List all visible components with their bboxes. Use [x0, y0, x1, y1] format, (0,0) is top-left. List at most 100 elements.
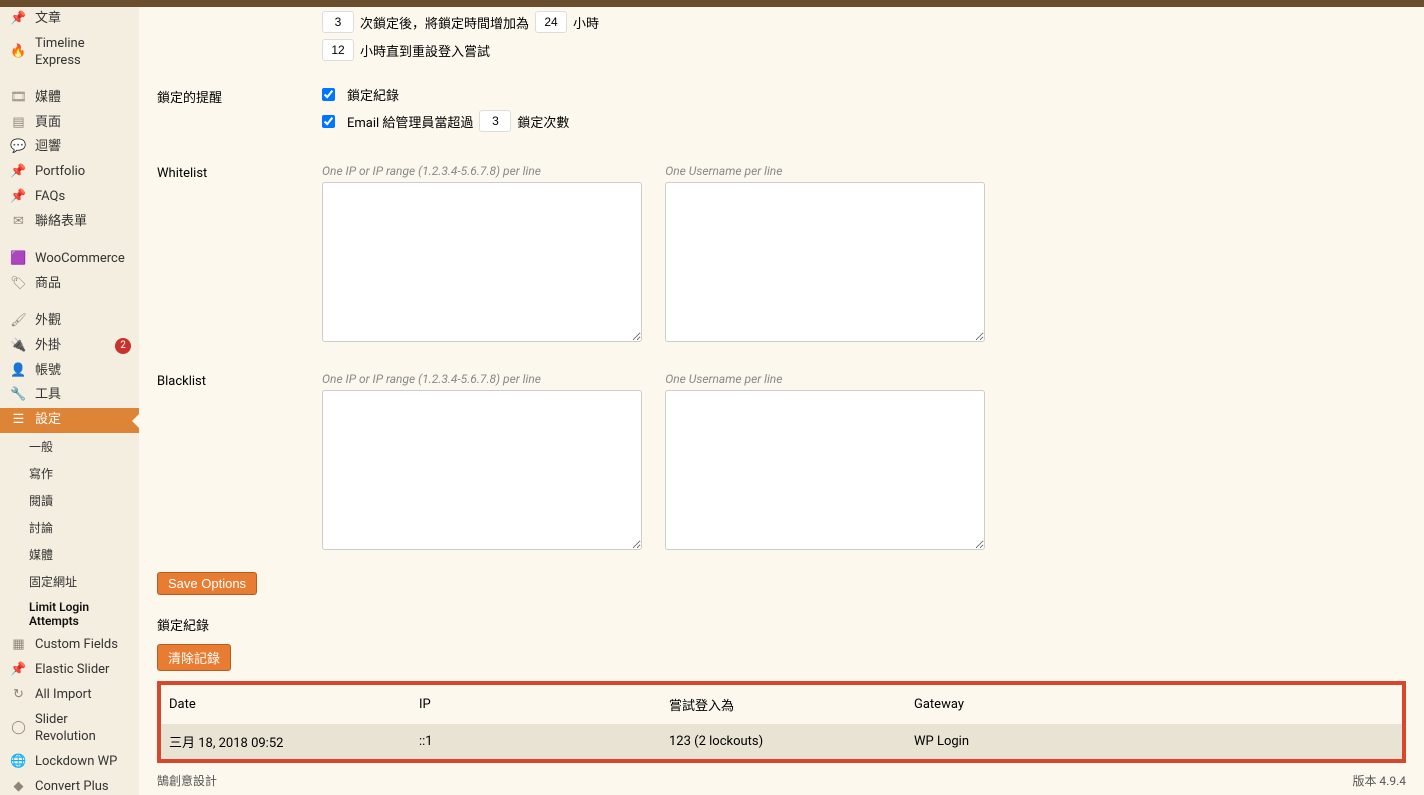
col-date[interactable]: Date	[161, 685, 411, 724]
sidebar-item-faqs[interactable]: 📌 FAQs	[0, 185, 139, 210]
sidebar-item-label: 外掛	[35, 338, 111, 355]
sidebar-item-文章[interactable]: 📌文章	[0, 7, 139, 32]
sidebar-item-slider-revolution[interactable]: ◯ Slider Revolution	[0, 708, 139, 750]
sidebar-item-迴響[interactable]: 💬 迴響	[0, 135, 139, 160]
whitelist-label: Whitelist	[157, 164, 322, 181]
pin-icon: 📌	[10, 662, 27, 679]
mail-icon: ✉	[10, 214, 27, 231]
cell-gateway: WP Login	[906, 724, 1402, 759]
lockouts-hours-input[interactable]	[535, 11, 567, 33]
sidebar-sub-閱讀[interactable]: 閱讀	[0, 487, 139, 514]
sidebar-item-頁面[interactable]: ▤頁面	[0, 111, 139, 136]
sidebar-item-工具[interactable]: 🔧 工具	[0, 383, 139, 408]
email-checkbox[interactable]	[322, 115, 335, 128]
sidebar-item-label: 迴響	[35, 139, 131, 156]
lockouts-text-a: 次鎖定後，將鎖定時間增加為	[360, 13, 529, 32]
sidebar-item-label: 設定	[35, 412, 131, 429]
reset-hours-input[interactable]	[322, 39, 354, 61]
blacklist-ip-hint: One IP or IP range (1.2.3.4-5.6.7.8) per…	[322, 372, 642, 386]
sidebar-item-woocommerce[interactable]: 🟪 WooCommerce	[0, 247, 139, 272]
sidebar-sub-寫作[interactable]: 寫作	[0, 460, 139, 487]
cp-icon: ◆	[10, 779, 27, 795]
sidebar-item-外掛[interactable]: 🔌外掛2	[0, 334, 139, 359]
whitelist-ip-hint: One IP or IP range (1.2.3.4-5.6.7.8) per…	[322, 164, 642, 178]
sidebar-item-timeline-express[interactable]: 🔥 Timeline Express	[0, 32, 139, 74]
brush-icon: 🖌	[10, 313, 27, 330]
sidebar-item-label: FAQs	[35, 189, 131, 206]
sidebar-sub-討論[interactable]: 討論	[0, 514, 139, 541]
sidebar-item-label: Timeline Express	[35, 36, 131, 70]
grid-icon: ▦	[10, 637, 27, 654]
sidebar-item-商品[interactable]: 🏷 商品	[0, 272, 139, 297]
circle-icon: ◯	[10, 720, 27, 737]
log-heading: 鎖定紀錄	[157, 615, 1406, 634]
admin-footer: 鵠創意設計 版本 4.9.4	[157, 772, 1406, 789]
cell-login: 123 (2 lockouts)	[661, 724, 906, 759]
pin-icon: 📌	[10, 189, 27, 206]
clear-log-button[interactable]: 清除記錄	[157, 644, 231, 671]
sidebar-item-label: 商品	[35, 276, 131, 293]
wrench-icon: 🔧	[10, 387, 27, 404]
email-label-b: 鎖定次數	[517, 112, 569, 131]
sidebar-item-label: All Import	[35, 687, 131, 704]
user-icon: 👤	[10, 363, 27, 380]
footer-credit[interactable]: 鵠創意設計	[157, 772, 217, 789]
media-icon: 🎞	[10, 90, 27, 107]
sidebar-item-lockdown-wp[interactable]: 🌐Lockdown WP	[0, 750, 139, 775]
whitelist-user-hint: One Username per line	[665, 164, 985, 178]
sidebar-sub-媒體[interactable]: 媒體	[0, 541, 139, 568]
world-icon: 🌐	[10, 754, 27, 771]
sidebar-item-媒體[interactable]: 🎞 媒體	[0, 86, 139, 111]
sidebar-item-convert-plus[interactable]: ◆Convert Plus	[0, 775, 139, 795]
sidebar-sub-固定網址[interactable]: 固定網址	[0, 568, 139, 595]
sidebar-item-label: 外觀	[35, 313, 131, 330]
sidebar-sub-一般[interactable]: 一般	[0, 433, 139, 460]
woo-icon: 🟪	[10, 251, 27, 268]
sidebar-item-label: 文章	[35, 11, 131, 28]
lockouts-hours-label: 小時	[573, 13, 599, 32]
sidebar-item-all-import[interactable]: ↻ All Import	[0, 683, 139, 708]
flame-icon: 🔥	[10, 44, 27, 61]
blacklist-user-hint: One Username per line	[665, 372, 985, 386]
blacklist-ip-textarea[interactable]	[322, 390, 642, 550]
table-row: 三月 18, 2018 09:52::1123 (2 lockouts)WP L…	[161, 724, 1402, 759]
sidebar-sub-limit-login-attempts[interactable]: Limit Login Attempts	[0, 595, 139, 633]
sidebar-item-設定[interactable]: ☰設定	[0, 408, 139, 433]
sidebar-item-label: 帳號	[35, 363, 131, 380]
sidebar-item-elastic-slider[interactable]: 📌 Elastic Slider	[0, 658, 139, 683]
col-login[interactable]: 嘗試登入為	[661, 685, 906, 724]
sidebar-item-label: 工具	[35, 387, 131, 404]
footer-version: 版本 4.9.4	[1352, 772, 1406, 789]
whitelist-ip-textarea[interactable]	[322, 182, 642, 342]
blacklist-user-textarea[interactable]	[665, 390, 985, 550]
sidebar-item-label: Portfolio	[35, 164, 131, 181]
sidebar-item-portfolio[interactable]: 📌 Portfolio	[0, 160, 139, 185]
whitelist-user-textarea[interactable]	[665, 182, 985, 342]
blacklist-label: Blacklist	[157, 372, 322, 389]
log-checkbox-label: 鎖定紀錄	[347, 85, 399, 104]
comment-icon: 💬	[10, 139, 27, 156]
col-ip[interactable]: IP	[411, 685, 661, 724]
sidebar-item-label: Custom Fields	[35, 637, 131, 654]
pin-icon: 📌	[10, 164, 27, 181]
sidebar-item-label: 媒體	[35, 90, 131, 107]
sidebar-item-label: WooCommerce	[35, 251, 131, 268]
cycle-icon: ↻	[10, 687, 27, 704]
sidebar-item-聯絡表單[interactable]: ✉聯絡表單	[0, 210, 139, 235]
sidebar-item-外觀[interactable]: 🖌 外觀	[0, 309, 139, 334]
sidebar-item-label: Elastic Slider	[35, 662, 131, 679]
email-threshold-input[interactable]	[479, 110, 511, 132]
log-checkbox[interactable]	[322, 88, 335, 101]
col-gateway[interactable]: Gateway	[906, 685, 1402, 724]
update-badge: 2	[115, 338, 131, 354]
admin-topbar	[0, 0, 1424, 7]
save-button[interactable]: Save Options	[157, 572, 257, 595]
sidebar-item-label: Slider Revolution	[35, 712, 131, 746]
lockouts-count-input[interactable]	[322, 11, 354, 33]
tag-icon: 🏷	[10, 276, 27, 293]
reset-text: 小時直到重設登入嘗試	[360, 41, 490, 60]
cell-date: 三月 18, 2018 09:52	[161, 724, 411, 759]
sidebar-item-custom-fields[interactable]: ▦ Custom Fields	[0, 633, 139, 658]
sidebar-item-帳號[interactable]: 👤 帳號	[0, 359, 139, 384]
sidebar-item-label: 頁面	[35, 115, 131, 132]
